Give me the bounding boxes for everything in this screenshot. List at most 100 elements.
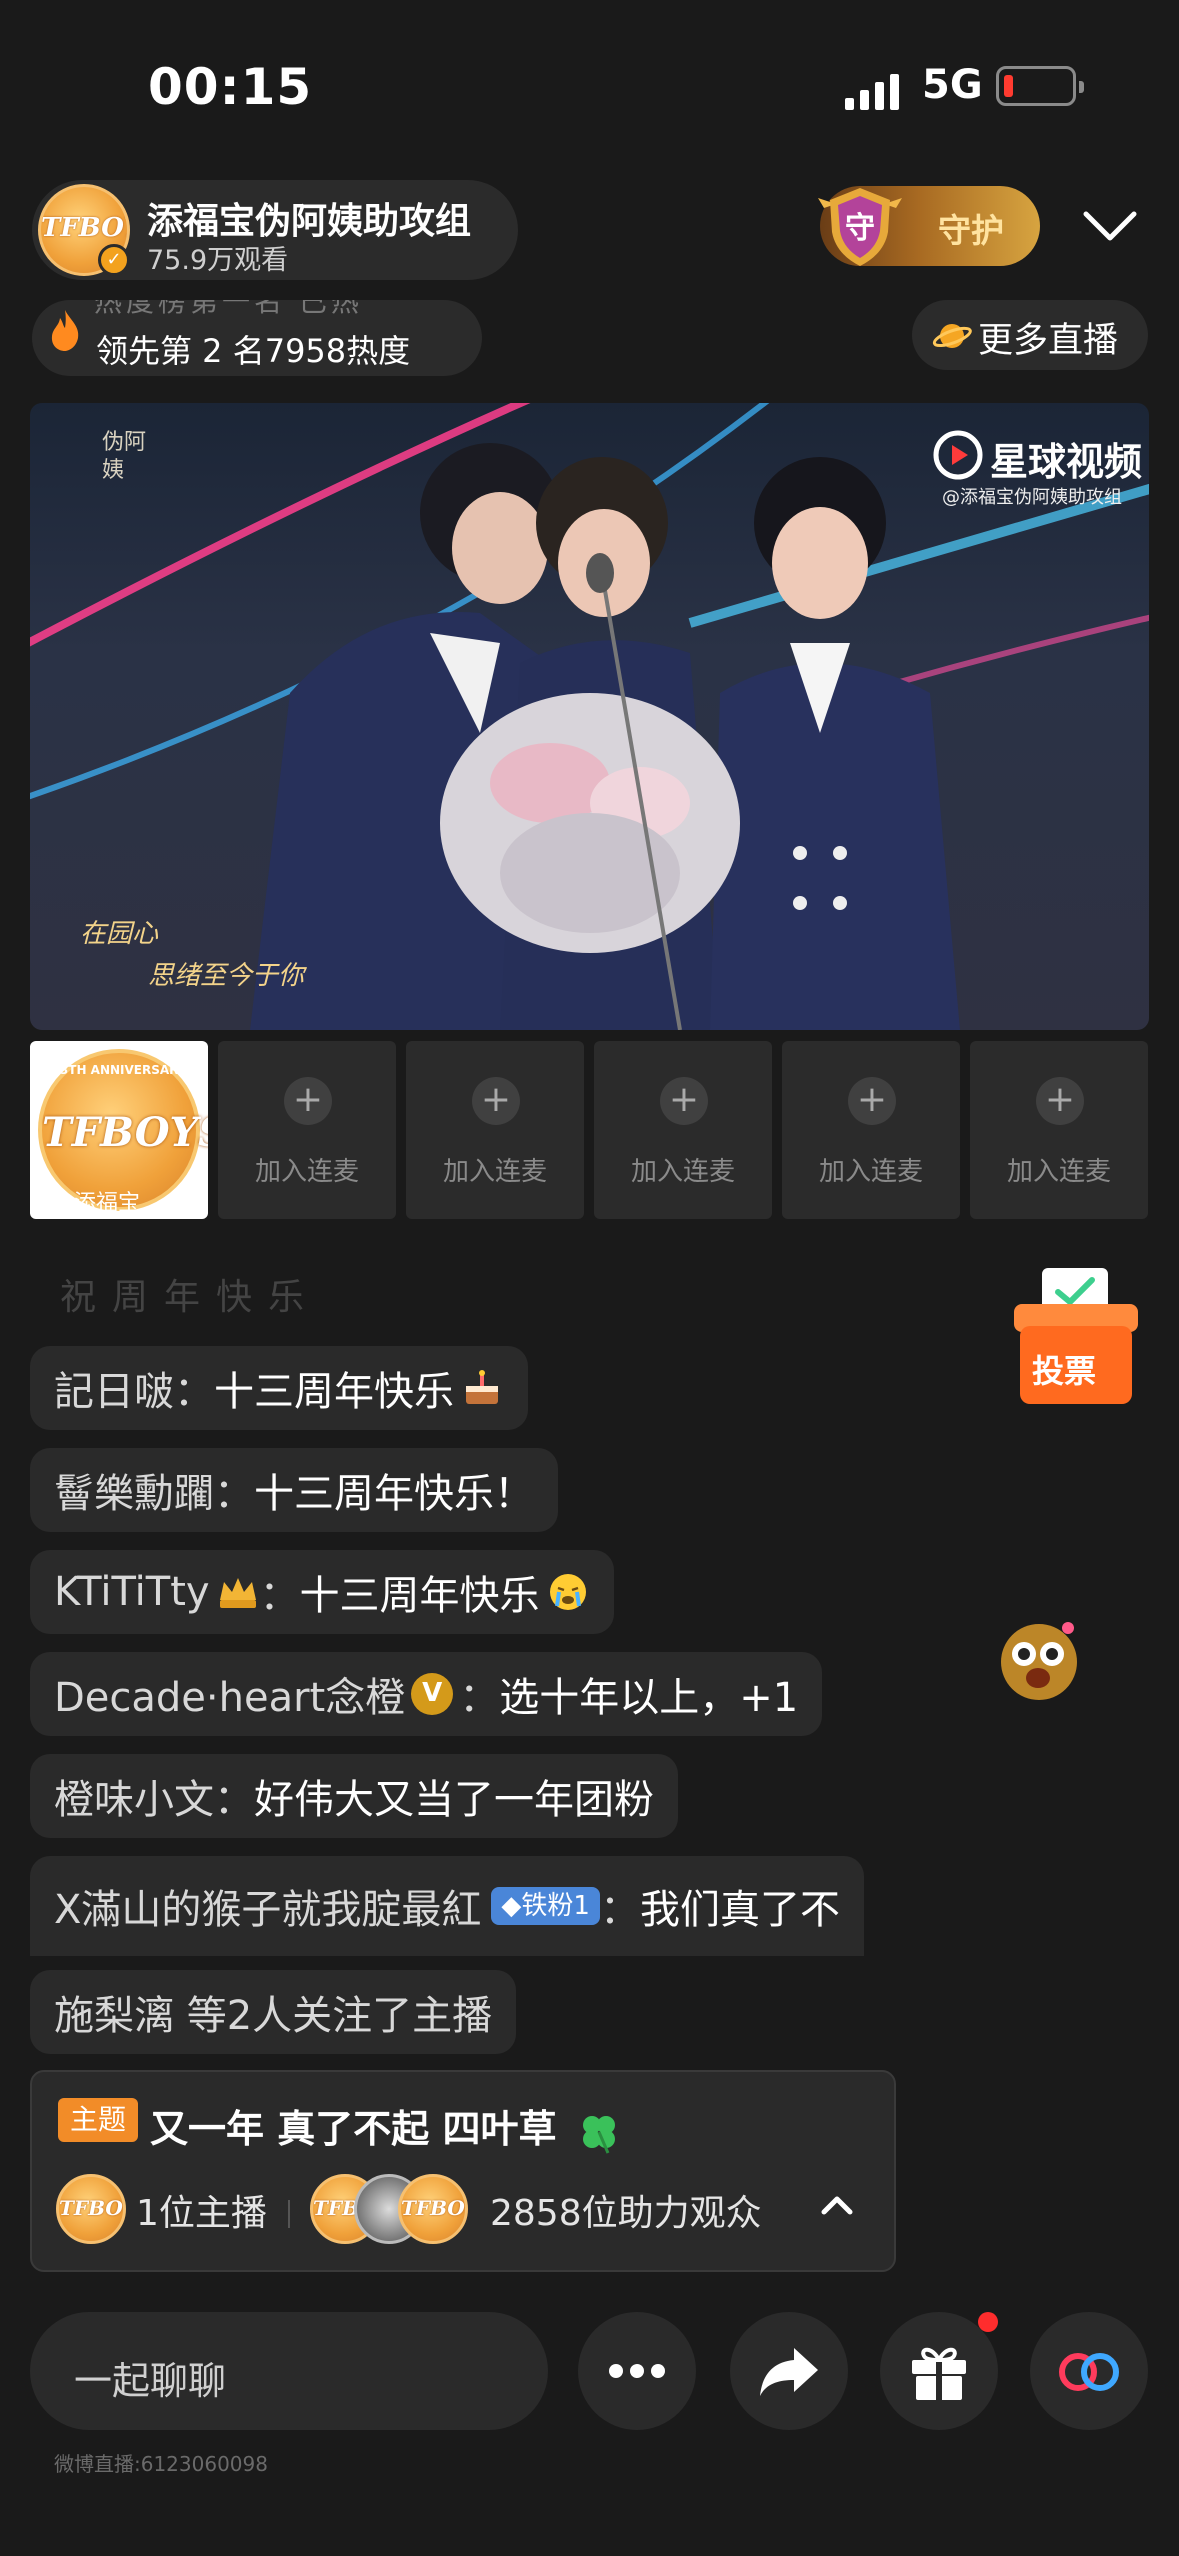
cake-icon xyxy=(466,1370,498,1404)
chat-user[interactable]: 鬙樂勳躙 xyxy=(54,1461,214,1519)
more-live-label: 更多直播 xyxy=(978,321,1119,361)
crown-badge-icon xyxy=(219,1578,256,1608)
guard-label: 守护 xyxy=(938,211,1004,250)
plus-icon: + xyxy=(660,1077,708,1125)
link-rings-icon xyxy=(1059,2353,1119,2391)
surprised-face-icon xyxy=(1001,1622,1077,1700)
chat-text: 我们真了不 xyxy=(639,1887,840,1933)
live-room-id: 微博直播:6123060098 xyxy=(54,2452,268,2476)
join-slot-3[interactable]: + 加入连麦 xyxy=(594,1041,772,1219)
join-label: 加入连麦 xyxy=(630,1157,735,1187)
four-leaf-clover-icon xyxy=(582,2115,615,2154)
host-avatar-text: TFBOYS xyxy=(41,212,127,243)
host-info[interactable]: TFBOYS ✓ 添福宝伪阿姨助攻组 75.9万观看 xyxy=(32,180,518,280)
plus-icon: + xyxy=(1036,1077,1084,1125)
chat-message[interactable]: Decade·heart念橙 V ： 选十年以上，+1 xyxy=(30,1652,823,1736)
topic-title: 又一年 真了不起 四叶草 xyxy=(150,2098,622,2155)
vote-label: 投票 xyxy=(1032,1352,1097,1390)
topic-host-avatar-text: TFBOYS xyxy=(59,2196,123,2221)
chat-separator: ： xyxy=(214,1777,254,1823)
topic-tag: 主题 xyxy=(58,2098,139,2142)
chat-user[interactable]: X滿山的猴子就我腚最紅 xyxy=(54,1877,481,1935)
join-slot-2[interactable]: + 加入连麦 xyxy=(406,1041,584,1219)
chat-user[interactable]: 橙味小文 xyxy=(54,1767,214,1825)
link-mic-button[interactable] xyxy=(1030,2312,1148,2430)
topic-card[interactable]: 主题 又一年 真了不起 四叶草 TFBOYS 1位主播 TFBOYS TFBOY… xyxy=(30,2070,896,2272)
chat-text: 十三周年快乐！ xyxy=(254,1471,534,1517)
video-handle: @添福宝伪阿姨助攻组 xyxy=(942,487,1122,508)
join-label: 加入连麦 xyxy=(254,1157,359,1187)
join-label: 加入连麦 xyxy=(442,1157,547,1187)
audience-count: 2858位助力观众 xyxy=(490,2193,762,2234)
audience-avatar-3: TFBOYS xyxy=(398,2174,468,2244)
follow-notice-text: 施梨漓 等2人关注了主播 xyxy=(54,1993,493,2039)
chat-user[interactable]: KTiTiTty xyxy=(54,1569,210,1615)
chat-separator: ： xyxy=(174,1369,214,1415)
vote-button[interactable]: 投票 xyxy=(1012,1264,1140,1414)
status-time: 00:15 xyxy=(148,58,313,116)
join-label: 加入连麦 xyxy=(1006,1157,1111,1187)
battery-icon xyxy=(996,66,1084,106)
topic-host-avatar[interactable]: TFBOYS xyxy=(56,2174,126,2244)
more-live-button[interactable]: 更多直播 xyxy=(912,300,1148,370)
hot-ranking-text: 领先第 2 名7958热度 xyxy=(96,332,411,370)
hot-ghost-text: 热度榜第一名 已热 xyxy=(94,300,363,318)
chevron-up-icon[interactable] xyxy=(812,2180,862,2230)
join-label: 加入连麦 xyxy=(818,1157,923,1187)
status-bar: 00:15 5G xyxy=(0,0,1179,170)
share-arrow-icon xyxy=(760,2348,818,2396)
chat-message[interactable]: 記日啵 ： 十三周年快乐 xyxy=(30,1346,528,1430)
gift-button[interactable] xyxy=(880,2312,998,2430)
guard-button[interactable]: 守 守护 xyxy=(818,186,1040,266)
chat-text: 好伟大又当了一年团粉 xyxy=(254,1777,654,1823)
chat-user[interactable]: Decade·heart念橙 xyxy=(54,1665,405,1723)
chat-text: 十三周年快乐 xyxy=(214,1369,454,1415)
host-guest-tile[interactable]: 13TH ANNIVERSARY TFBOYS @添福宝 xyxy=(30,1041,208,1219)
chat-message[interactable]: 鬙樂勳躙 ： 十三周年快乐！ xyxy=(30,1448,558,1532)
notification-dot xyxy=(978,2312,998,2332)
chat-user[interactable]: 記日啵 xyxy=(54,1359,174,1417)
join-slot-4[interactable]: + 加入连麦 xyxy=(782,1041,960,1219)
chat-message[interactable]: 橙味小文 ： 好伟大又当了一年团粉 xyxy=(30,1754,678,1838)
plus-icon: + xyxy=(472,1077,520,1125)
chat-faded-message: 祝周年快乐 xyxy=(60,1277,321,1318)
shield-char: 守 xyxy=(845,211,875,246)
host-name: 添福宝伪阿姨助攻组 xyxy=(147,201,472,242)
share-button[interactable] xyxy=(730,2312,848,2430)
more-dots-icon xyxy=(609,2364,665,2378)
shield-icon: 守 xyxy=(818,188,902,266)
topic-host-count: 1位主播 xyxy=(136,2193,267,2234)
anniversary-badge-text: TFBOYS xyxy=(42,1109,208,1156)
plus-icon: + xyxy=(284,1077,332,1125)
chat-message[interactable]: KTiTiTty ： 十三周年快乐 xyxy=(30,1550,614,1634)
play-logo-icon xyxy=(933,430,983,480)
verified-icon: ✓ xyxy=(98,244,130,276)
signal-icon xyxy=(845,70,899,110)
hot-ranking[interactable]: 热度榜第一名 已热 领先第 2 名7958热度 xyxy=(32,300,482,376)
chat-input[interactable]: 一起聊聊 xyxy=(30,2312,548,2430)
video-caption-line1: 在园心 xyxy=(80,919,159,949)
chevron-down-icon[interactable] xyxy=(1080,200,1140,250)
chat-separator: ： xyxy=(599,1887,640,1933)
chat-separator: ： xyxy=(214,1471,254,1517)
chat-message[interactable]: X滿山的猴子就我腚最紅 ◆铁粉1 ： 我们真了不 xyxy=(30,1856,864,1956)
join-slot-5[interactable]: + 加入连麦 xyxy=(970,1041,1148,1219)
verified-badge-icon: V xyxy=(411,1673,454,1715)
guest-handle: @添福宝 xyxy=(52,1191,141,1216)
live-video[interactable]: 伪阿姨 星球视频 @添福宝伪阿姨助攻组 在园心 思绪至今于你 xyxy=(30,403,1149,1030)
planet-icon xyxy=(932,324,972,348)
chat-separator: ： xyxy=(259,1573,300,1619)
flame-icon xyxy=(51,310,79,351)
video-caption-line2: 思绪至今于你 xyxy=(148,961,305,991)
plus-icon: + xyxy=(848,1077,896,1125)
chat-separator: ： xyxy=(459,1675,500,1721)
join-slot-1[interactable]: + 加入连麦 xyxy=(218,1041,396,1219)
crying-face-icon xyxy=(549,1574,586,1610)
chat-text: 十三周年快乐 xyxy=(299,1573,540,1619)
video-brand: 星球视频 xyxy=(990,440,1143,484)
topic-title-text: 又一年 真了不起 四叶草 xyxy=(150,2107,557,2151)
more-button[interactable] xyxy=(578,2312,696,2430)
link-mic-row: 13TH ANNIVERSARY TFBOYS @添福宝 + 加入连麦 + 加入… xyxy=(30,1041,1150,1219)
fan-level-badge: ◆铁粉1 xyxy=(491,1887,600,1925)
gift-icon xyxy=(912,2347,966,2400)
